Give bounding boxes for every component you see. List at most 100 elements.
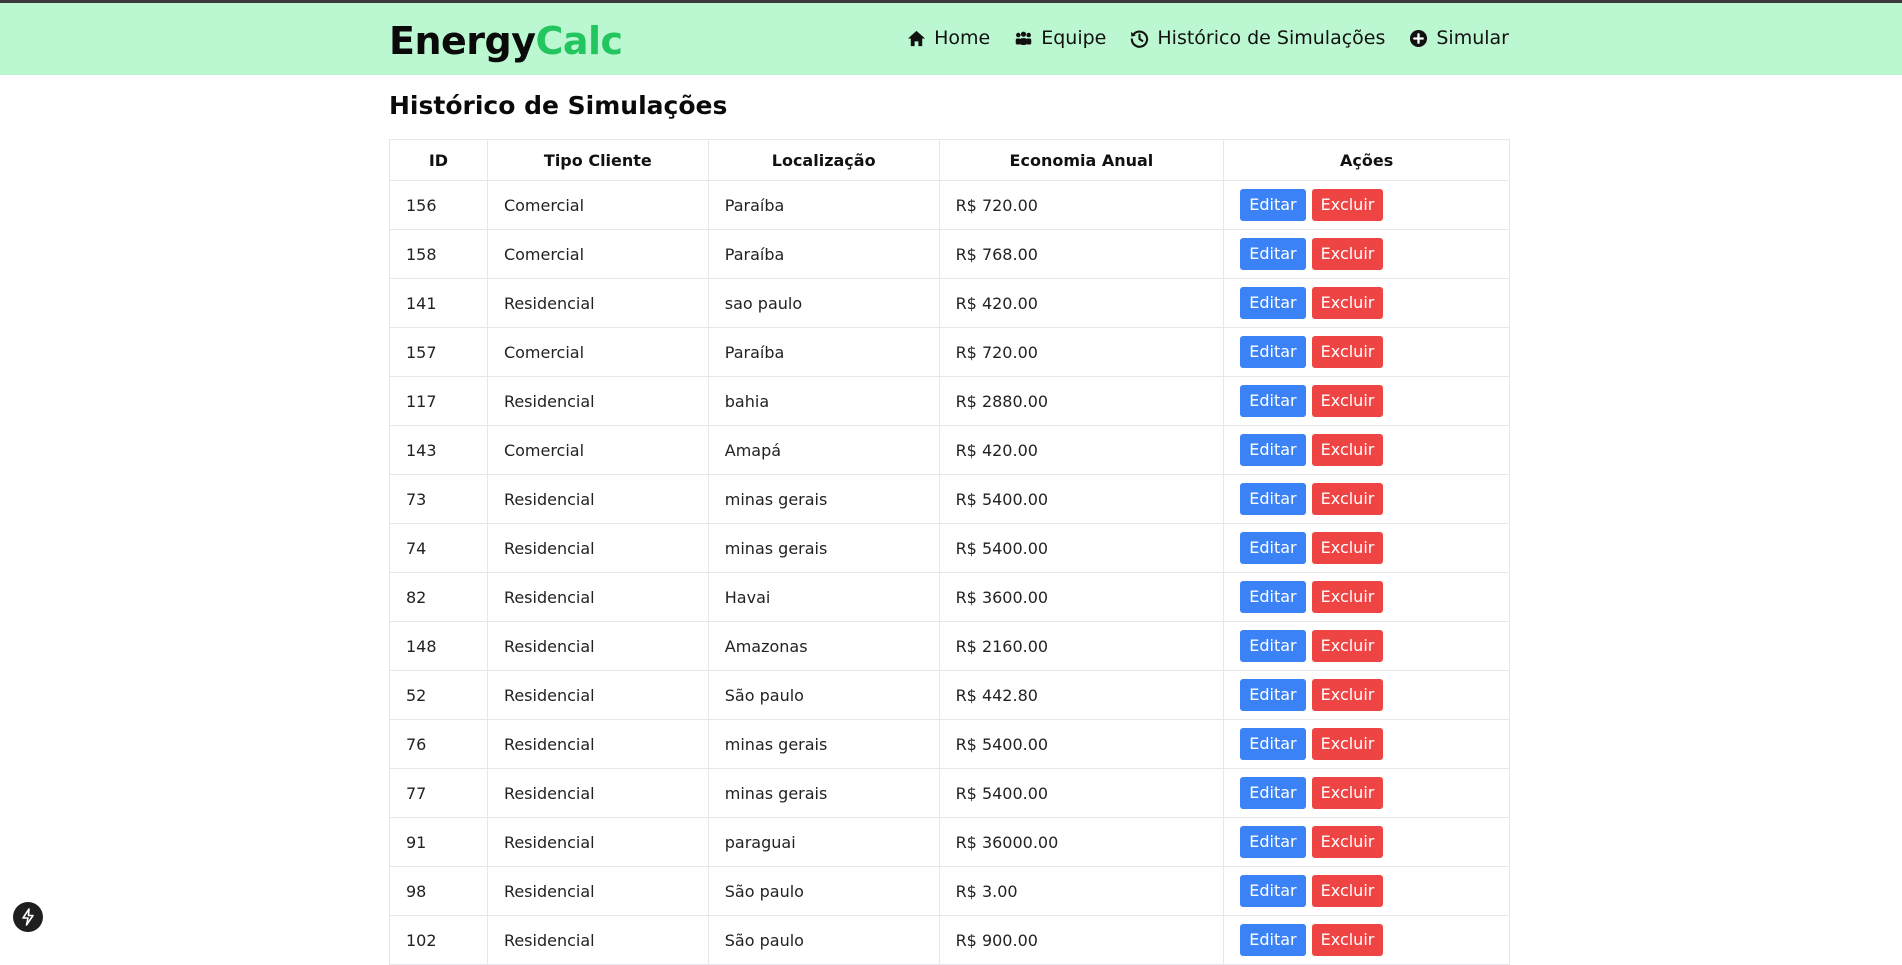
- cell-acoes: Editar Excluir: [1223, 327, 1510, 377]
- edit-button[interactable]: Editar: [1240, 777, 1306, 809]
- table-row: 77 Residencial minas gerais R$ 5400.00 Edita…: [389, 768, 1510, 818]
- cell-acoes: Editar Excluir: [1223, 278, 1510, 328]
- cell-tipo-cliente: Residencial: [486, 376, 709, 426]
- dev-tools-badge[interactable]: [13, 902, 43, 932]
- delete-button[interactable]: Excluir: [1311, 924, 1384, 956]
- delete-button[interactable]: Excluir: [1311, 630, 1384, 662]
- cell-tipo-cliente: Residencial: [486, 572, 709, 622]
- delete-button[interactable]: Excluir: [1311, 777, 1384, 809]
- delete-button[interactable]: Excluir: [1311, 679, 1384, 711]
- main-nav: Home Equipe Histórico de Simulações Simu…: [907, 27, 1509, 49]
- lightning-icon: [22, 908, 34, 926]
- edit-button[interactable]: Editar: [1240, 630, 1306, 662]
- page-title: Histórico de Simulações: [389, 91, 728, 120]
- edit-button[interactable]: Editar: [1240, 287, 1306, 319]
- cell-localizacao: paraguai: [707, 817, 940, 867]
- delete-button[interactable]: Excluir: [1311, 532, 1384, 564]
- cell-id: 76: [389, 719, 488, 769]
- delete-button[interactable]: Excluir: [1311, 336, 1384, 368]
- cell-localizacao: Paraíba: [707, 180, 940, 230]
- cell-tipo-cliente: Residencial: [486, 621, 709, 671]
- delete-button[interactable]: Excluir: [1311, 238, 1384, 270]
- cell-localizacao: bahia: [707, 376, 940, 426]
- history-icon: [1131, 30, 1149, 48]
- delete-button[interactable]: Excluir: [1311, 287, 1384, 319]
- cell-tipo-cliente: Residencial: [486, 474, 709, 524]
- brand-logo-part1: Energy: [389, 19, 536, 63]
- edit-button[interactable]: Editar: [1240, 385, 1306, 417]
- cell-tipo-cliente: Comercial: [486, 327, 709, 377]
- nav-home[interactable]: Home: [907, 27, 990, 49]
- cell-economia-anual: R$ 5400.00: [938, 719, 1225, 769]
- edit-button[interactable]: Editar: [1240, 728, 1306, 760]
- cell-tipo-cliente: Residencial: [486, 915, 709, 965]
- cell-localizacao: minas gerais: [707, 474, 940, 524]
- brand-logo[interactable]: EnergyCalc: [389, 19, 623, 63]
- cell-tipo-cliente: Residencial: [486, 523, 709, 573]
- delete-button[interactable]: Excluir: [1311, 483, 1384, 515]
- edit-button[interactable]: Editar: [1240, 483, 1306, 515]
- table-row: 74 Residencial minas gerais R$ 5400.00 Edita…: [389, 523, 1510, 573]
- delete-button[interactable]: Excluir: [1311, 826, 1384, 858]
- column-header-acoes: Ações: [1223, 139, 1510, 181]
- brand-logo-part2: Calc: [535, 19, 624, 63]
- cell-tipo-cliente: Residencial: [486, 278, 709, 328]
- cell-id: 156: [389, 180, 488, 230]
- nav-equipe[interactable]: Equipe: [1014, 27, 1106, 49]
- column-header-economia-anual: Economia Anual: [938, 139, 1225, 181]
- edit-button[interactable]: Editar: [1240, 875, 1306, 907]
- nav-simular[interactable]: Simular: [1409, 27, 1509, 49]
- table-row: 148 Residencial Amazonas R$ 2160.00 Editar Ex…: [389, 621, 1510, 671]
- edit-button[interactable]: Editar: [1240, 532, 1306, 564]
- home-icon: [908, 30, 926, 46]
- cell-acoes: Editar Excluir: [1223, 376, 1510, 426]
- delete-button[interactable]: Excluir: [1311, 434, 1384, 466]
- cell-economia-anual: R$ 5400.00: [938, 768, 1225, 818]
- cell-acoes: Editar Excluir: [1223, 229, 1510, 279]
- edit-button[interactable]: Editar: [1240, 238, 1306, 270]
- delete-button[interactable]: Excluir: [1311, 385, 1384, 417]
- cell-id: 91: [389, 817, 488, 867]
- cell-acoes: Editar Excluir: [1223, 523, 1510, 573]
- cell-id: 98: [389, 866, 488, 916]
- cell-economia-anual: R$ 2880.00: [938, 376, 1225, 426]
- nav-historico[interactable]: Histórico de Simulações: [1130, 27, 1385, 49]
- cell-localizacao: sao paulo: [707, 278, 940, 328]
- cell-localizacao: Paraíba: [707, 229, 940, 279]
- table-body: 156 Comercial Paraíba R$ 720.00 Editar Exclui…: [389, 180, 1510, 965]
- table-row: 76 Residencial minas gerais R$ 5400.00 Edita…: [389, 719, 1510, 769]
- delete-button[interactable]: Excluir: [1311, 728, 1384, 760]
- edit-button[interactable]: Editar: [1240, 434, 1306, 466]
- cell-id: 102: [389, 915, 488, 965]
- cell-localizacao: São paulo: [707, 670, 940, 720]
- team-icon: [1015, 31, 1032, 45]
- delete-button[interactable]: Excluir: [1311, 581, 1384, 613]
- cell-acoes: Editar Excluir: [1223, 817, 1510, 867]
- table-header-row: ID Tipo Cliente Localização Economia Anu…: [389, 139, 1510, 181]
- edit-button[interactable]: Editar: [1240, 679, 1306, 711]
- cell-economia-anual: R$ 720.00: [938, 180, 1225, 230]
- table-row: 102 Residencial São paulo R$ 900.00 Editar Ex…: [389, 915, 1510, 965]
- cell-id: 157: [389, 327, 488, 377]
- column-header-id: ID: [389, 139, 488, 181]
- cell-localizacao: São paulo: [707, 866, 940, 916]
- cell-economia-anual: R$ 5400.00: [938, 523, 1225, 573]
- delete-button[interactable]: Excluir: [1311, 189, 1384, 221]
- edit-button[interactable]: Editar: [1240, 581, 1306, 613]
- column-header-tipo-cliente: Tipo Cliente: [486, 139, 709, 181]
- cell-tipo-cliente: Residencial: [486, 866, 709, 916]
- nav-simular-label: Simular: [1436, 27, 1509, 49]
- delete-button[interactable]: Excluir: [1311, 875, 1384, 907]
- cell-economia-anual: R$ 768.00: [938, 229, 1225, 279]
- cell-localizacao: minas gerais: [707, 523, 940, 573]
- cell-tipo-cliente: Comercial: [486, 229, 709, 279]
- plus-circle-icon: [1410, 29, 1428, 47]
- edit-button[interactable]: Editar: [1240, 826, 1306, 858]
- table-row: 98 Residencial São paulo R$ 3.00 Editar Exclu…: [389, 866, 1510, 916]
- cell-id: 52: [389, 670, 488, 720]
- cell-acoes: Editar Excluir: [1223, 425, 1510, 475]
- cell-economia-anual: R$ 442.80: [938, 670, 1225, 720]
- edit-button[interactable]: Editar: [1240, 924, 1306, 956]
- edit-button[interactable]: Editar: [1240, 336, 1306, 368]
- edit-button[interactable]: Editar: [1240, 189, 1306, 221]
